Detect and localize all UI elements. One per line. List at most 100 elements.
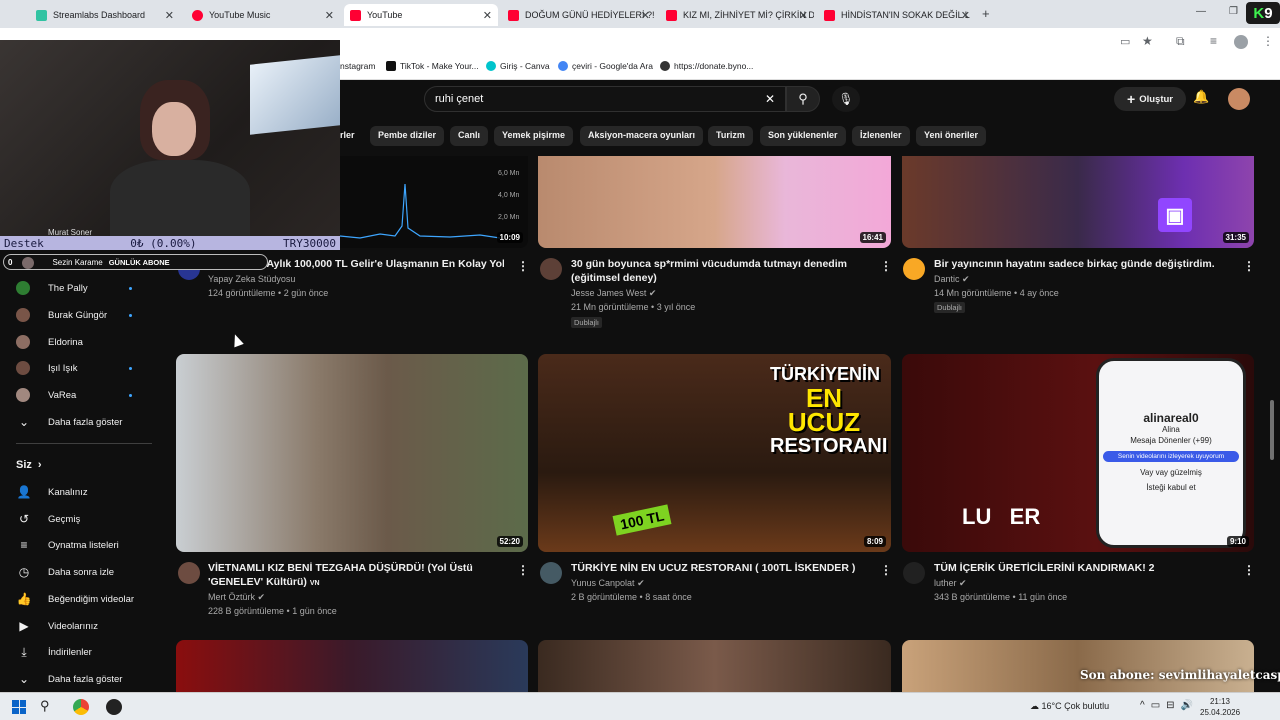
- video-thumbnail[interactable]: alinareal0 Alina Mesaja Dönenler (+99) S…: [902, 354, 1254, 552]
- chip-turizm[interactable]: Turizm: [708, 126, 753, 146]
- sidebar-item-liked[interactable]: 👍 Beğendiğim videolar: [16, 589, 156, 609]
- tab-video-3[interactable]: HİNDİSTAN'IN SOKAK DEĞİL L ✕: [818, 4, 976, 26]
- search-icon[interactable]: ⚲: [40, 698, 50, 714]
- create-button[interactable]: + Oluştur: [1114, 87, 1186, 111]
- channel-name[interactable]: luther ✔: [934, 576, 967, 590]
- cast-icon[interactable]: ▭: [1120, 35, 1130, 48]
- close-icon[interactable]: ✕: [325, 9, 334, 22]
- subscription-isil-isik[interactable]: Işıl Işık: [16, 358, 156, 378]
- more-options-icon[interactable]: ⋮: [1243, 259, 1255, 273]
- bookmark-tiktok[interactable]: TikTok - Make Your...: [386, 61, 479, 71]
- video-thumbnail[interactable]: 52:20: [176, 354, 528, 552]
- channel-avatar[interactable]: [903, 562, 925, 584]
- video-thumbnail[interactable]: ▣ 31:35: [902, 156, 1254, 248]
- notifications-bell-icon[interactable]: 🔔: [1193, 89, 1209, 105]
- account-avatar[interactable]: [1228, 88, 1250, 110]
- channel-avatar[interactable]: [540, 258, 562, 280]
- more-options-icon[interactable]: ⋮: [880, 563, 892, 577]
- subscription-varea[interactable]: VaRea: [16, 385, 156, 405]
- menu-icon[interactable]: ⋮: [1262, 34, 1274, 48]
- chip-son-yuklenenler[interactable]: Son yüklenenler: [760, 126, 846, 146]
- close-icon[interactable]: ✕: [961, 9, 970, 22]
- chip-pembe-diziler[interactable]: Pembe diziler: [370, 126, 445, 146]
- chip-yemek[interactable]: Yemek pişirme: [494, 126, 574, 146]
- video-thumbnail[interactable]: 16:41: [538, 156, 891, 248]
- profile-avatar[interactable]: [1234, 35, 1248, 49]
- media-icon[interactable]: ≡: [1210, 34, 1217, 48]
- channel-name[interactable]: Yapay Zeka Stüdyosu: [208, 272, 295, 286]
- new-tab-button[interactable]: +: [982, 6, 990, 21]
- video-title[interactable]: TÜRKİYE NİN EN UCUZ RESTORANI ( 100TL İS…: [571, 561, 871, 575]
- clock[interactable]: 21:13 25.04.2026: [1200, 696, 1240, 718]
- search-button[interactable]: ⚲: [786, 86, 820, 112]
- subscription-the-pally[interactable]: The Pally: [16, 278, 156, 298]
- tab-video-1[interactable]: DOĞUM GÜNÜ HEDİYELERİ ?! ✕: [502, 4, 656, 26]
- chip-aksiyon[interactable]: Aksiyon-macera oyunları: [580, 126, 704, 146]
- bookmark-google[interactable]: çeviri - Google'da Ara: [558, 61, 653, 71]
- voice-search-button[interactable]: 🎙: [832, 86, 860, 112]
- video-thumbnail[interactable]: [902, 640, 1254, 692]
- you-section-header[interactable]: Siz ›: [16, 455, 156, 475]
- obs-icon[interactable]: [106, 699, 122, 715]
- sidebar-item-channel[interactable]: 👤 Kanalınız: [16, 482, 156, 502]
- you-label: Siz: [16, 459, 32, 471]
- channel-avatar[interactable]: [903, 258, 925, 280]
- sidebar-item-your-videos[interactable]: ▶ Videolarınız: [16, 616, 156, 636]
- chip-partial[interactable]: rler: [340, 126, 363, 146]
- show-more-subscriptions[interactable]: ⌄ Daha fazla göster: [16, 412, 156, 432]
- channel-avatar[interactable]: [178, 562, 200, 584]
- video-title[interactable]: Bir yayıncının hayatını sadece birkaç gü…: [934, 257, 1234, 271]
- restore-button[interactable]: ❐: [1229, 6, 1238, 17]
- tab-youtube-music[interactable]: YouTube Music ✕: [186, 4, 340, 26]
- weather-widget[interactable]: ☁ 16°C Çok bulutlu: [1030, 701, 1109, 712]
- windows-start-icon[interactable]: [12, 700, 26, 714]
- sidebar-item-watch-later[interactable]: ◷ Daha sonra izle: [16, 562, 156, 582]
- bookmark-instagram[interactable]: nstagram: [340, 61, 375, 71]
- tab-streamlabs[interactable]: Streamlabs Dashboard ✕: [30, 4, 180, 26]
- video-thumbnail[interactable]: [538, 640, 891, 692]
- chip-yeni-oneriler[interactable]: Yeni öneriler: [916, 126, 987, 146]
- chip-canli[interactable]: Canlı: [450, 126, 489, 146]
- bookmark-star-icon[interactable]: ★: [1142, 34, 1153, 48]
- chrome-icon[interactable]: [73, 699, 89, 715]
- extensions-icon[interactable]: ⧉: [1176, 34, 1185, 49]
- thumbnail-text-line: EN UCUZ: [787, 383, 861, 437]
- sidebar-item-more[interactable]: ⌄ Daha fazla göster: [16, 669, 156, 689]
- video-thumbnail[interactable]: 6,0 Mn 4,0 Mn 2,0 Mn 10:09: [340, 156, 528, 248]
- bookmark-canva[interactable]: Giriş - Canva: [486, 61, 550, 71]
- video-thumbnail[interactable]: TÜRKİYENİN EN UCUZ RESTORANI 100 TL 8:09: [538, 354, 891, 552]
- tray-icons[interactable]: ^▭⊟🔊: [1140, 700, 1199, 711]
- chip-izlenenler[interactable]: İzlenenler: [852, 126, 910, 146]
- search-input[interactable]: ruhi çenet ✕: [424, 86, 786, 112]
- channel-name[interactable]: Mert Öztürk ✔: [208, 590, 265, 604]
- channel-name[interactable]: Jesse James West ✔: [571, 286, 656, 300]
- more-options-icon[interactable]: ⋮: [517, 259, 529, 273]
- sidebar-item-label: İndirilenler: [48, 646, 92, 658]
- sidebar-item-downloads[interactable]: ⤓ İndirilenler: [16, 642, 156, 662]
- channel-name[interactable]: Dantic ✔: [934, 272, 970, 286]
- video-thumbnail[interactable]: [176, 640, 528, 692]
- subscription-burak-gungor[interactable]: Burak Güngör: [16, 305, 156, 325]
- tab-video-2[interactable]: KIZ MI, ZİHNİYET Mİ? ÇİRKİN D ✕: [660, 4, 814, 26]
- close-icon[interactable]: ✕: [483, 9, 492, 22]
- sidebar-item-history[interactable]: ↺ Geçmiş: [16, 509, 156, 529]
- subscription-eldorina[interactable]: Eldorina: [16, 332, 156, 352]
- video-title[interactable]: 30 gün boyunca sp*rmimi vücudumda tutmay…: [571, 257, 871, 285]
- page-scrollbar[interactable]: [1270, 400, 1274, 460]
- video-title[interactable]: VİETNAMLI KIZ BENİ TEZGAHA DÜŞÜRDÜ! (Yol…: [208, 561, 512, 591]
- close-icon[interactable]: ✕: [799, 9, 808, 22]
- more-options-icon[interactable]: ⋮: [1243, 563, 1255, 577]
- channel-avatar[interactable]: [540, 562, 562, 584]
- sidebar-item-playlists[interactable]: ≡ Oynatma listeleri: [16, 535, 156, 555]
- tab-youtube[interactable]: YouTube ✕: [344, 4, 498, 26]
- verified-icon: ✔: [257, 592, 266, 602]
- bookmark-donate[interactable]: https://donate.byno...: [660, 61, 753, 71]
- close-icon[interactable]: ✕: [641, 9, 650, 22]
- more-options-icon[interactable]: ⋮: [880, 259, 892, 273]
- clear-search-icon[interactable]: ✕: [765, 92, 775, 106]
- more-options-icon[interactable]: ⋮: [517, 563, 529, 577]
- minimize-button[interactable]: —: [1196, 6, 1206, 17]
- video-title[interactable]: TÜM İÇERİK ÜRETİCİLERİNİ KANDIRMAK! 2: [934, 561, 1234, 575]
- channel-name[interactable]: Yunus Canpolat ✔: [571, 576, 645, 590]
- close-icon[interactable]: ✕: [165, 9, 174, 22]
